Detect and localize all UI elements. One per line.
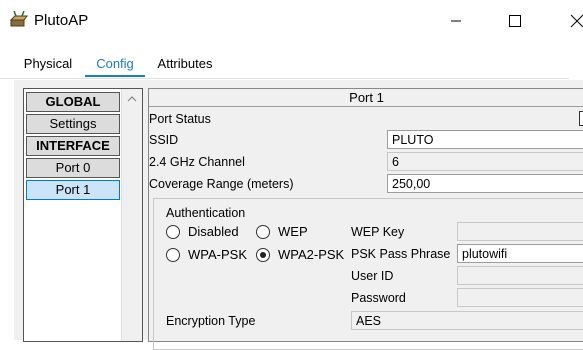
ssid-label: SSID	[149, 133, 179, 147]
wep-key-input[interactable]	[457, 222, 583, 241]
encryption-type-select[interactable]: AES	[351, 311, 583, 330]
sidebar-scrollbar[interactable]	[121, 89, 142, 341]
panel-title: Port 1	[149, 89, 583, 107]
maximize-icon	[509, 15, 521, 27]
tab-strip: Physical Config Attributes	[14, 50, 583, 80]
coverage-range-input[interactable]: 250,00	[387, 174, 583, 193]
channel-label: 2.4 GHz Channel	[149, 155, 245, 169]
encryption-type-label: Encryption Type	[166, 314, 256, 328]
ssid-input[interactable]: PLUTO	[387, 130, 583, 149]
sidebar-item-settings[interactable]: Settings	[26, 114, 120, 134]
password-input[interactable]	[457, 288, 583, 307]
minimize-icon	[451, 20, 461, 22]
sidebar-item-port-0[interactable]: Port 0	[26, 158, 120, 178]
scroll-up-arrow-icon[interactable]	[126, 93, 138, 105]
access-point-icon	[9, 10, 28, 29]
radio-wpa-psk-label[interactable]: WPA-PSK	[188, 247, 247, 262]
port-status-checkbox[interactable]	[579, 111, 583, 126]
maximize-button[interactable]	[500, 8, 530, 34]
authentication-title: Authentication	[166, 206, 246, 220]
radio-wep[interactable]	[256, 225, 270, 239]
tab-config[interactable]: Config	[84, 50, 146, 78]
psk-pass-phrase-input[interactable]: plutowifi	[457, 244, 583, 263]
config-sidebar: GLOBAL Settings INTERFACE Port 0 Port 1	[23, 88, 143, 342]
radio-wpa2-psk[interactable]	[256, 248, 270, 262]
close-icon	[570, 14, 583, 28]
sidebar-item-port-1[interactable]: Port 1	[26, 180, 120, 200]
radio-disabled[interactable]	[166, 225, 180, 239]
user-id-label: User ID	[351, 269, 394, 283]
channel-select[interactable]: 6	[387, 152, 583, 171]
close-button[interactable]	[562, 8, 583, 34]
tab-attributes[interactable]: Attributes	[148, 50, 222, 78]
radio-wep-label[interactable]: WEP	[278, 224, 308, 239]
window-title: PlutoAP	[34, 12, 89, 29]
user-id-input[interactable]	[457, 266, 583, 285]
tab-divider	[0, 78, 569, 79]
radio-disabled-label[interactable]: Disabled	[188, 224, 239, 239]
radio-wpa2-psk-label[interactable]: WPA2-PSK	[278, 247, 344, 262]
coverage-label: Coverage Range (meters)	[149, 177, 294, 191]
minimize-button[interactable]	[441, 8, 471, 34]
radio-wpa-psk[interactable]	[166, 248, 180, 262]
port-status-label: Port Status	[149, 112, 211, 126]
sidebar-item-global[interactable]: GLOBAL	[26, 92, 120, 112]
radio-selected-dot	[260, 252, 266, 258]
sidebar-item-interface[interactable]: INTERFACE	[26, 136, 120, 156]
tab-config-label: Config	[96, 56, 134, 71]
wep-key-label: WEP Key	[351, 225, 405, 239]
password-label: Password	[351, 291, 406, 305]
title-bar: PlutoAP	[0, 0, 583, 42]
psk-pass-phrase-label: PSK Pass Phrase	[351, 247, 451, 261]
active-tab-indicator	[85, 75, 145, 77]
authentication-group: Authentication Disabled WEP WPA-PSK WPA2…	[153, 198, 583, 350]
tab-physical[interactable]: Physical	[14, 50, 82, 78]
port-settings-panel: Port 1 Port Status SSID PLUTO 2.4 GHz Ch…	[148, 88, 583, 350]
